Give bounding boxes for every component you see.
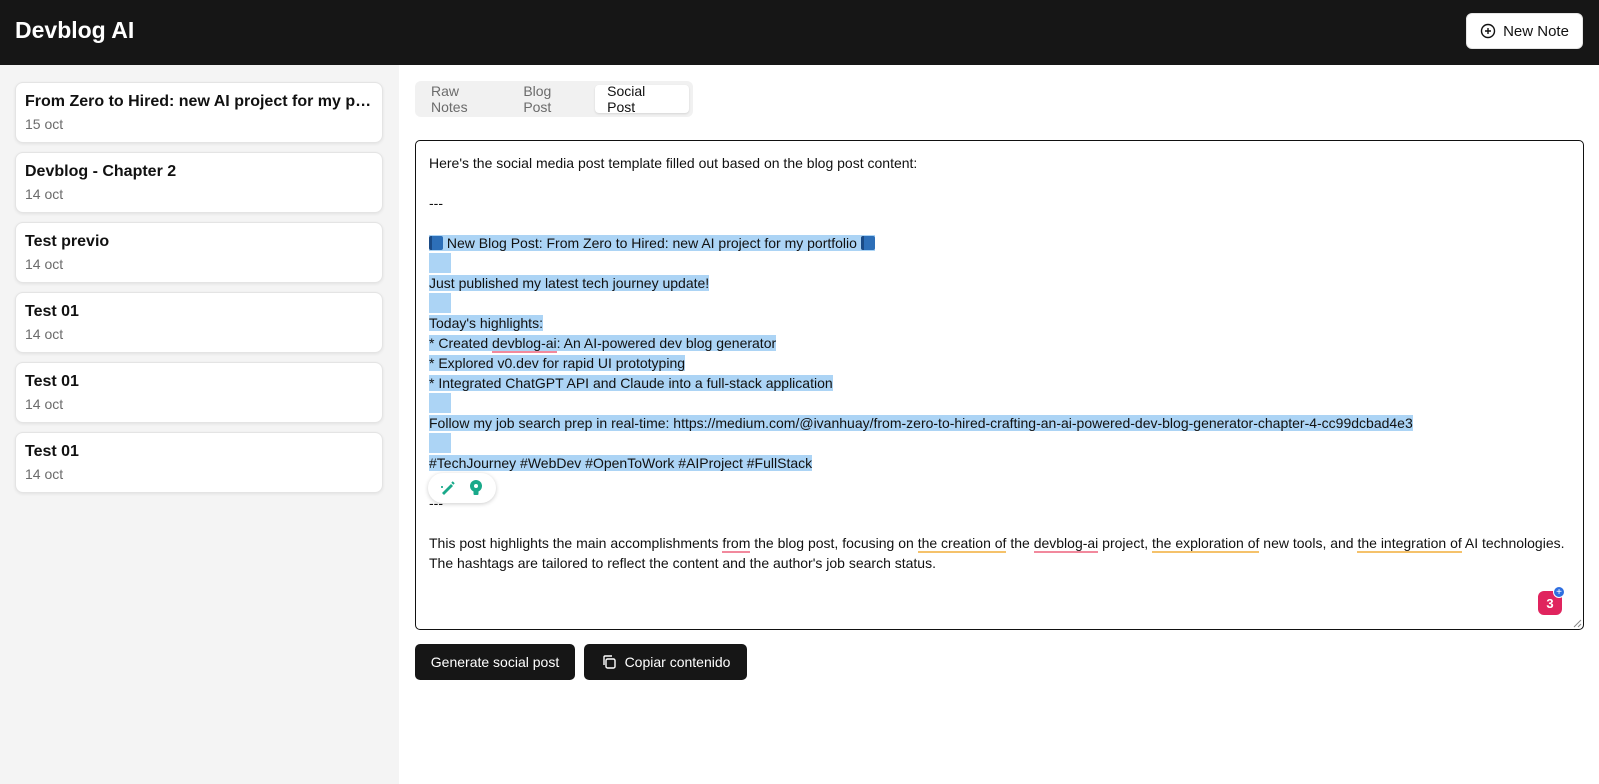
note-card[interactable]: Test previo 14 oct: [15, 222, 383, 283]
lightbulb-icon[interactable]: [466, 478, 486, 498]
note-date: 14 oct: [25, 396, 64, 412]
editor-line: #TechJourney #WebDev #OpenToWork #AIProj…: [429, 453, 1570, 473]
note-date: 14 oct: [25, 466, 64, 482]
app-title: Devblog AI: [15, 17, 135, 43]
hashtags-text: #TechJourney #WebDev #OpenToWork #AIProj…: [429, 455, 813, 471]
note-title: Devblog - Chapter 2: [25, 163, 177, 180]
note-date: 14 oct: [25, 326, 64, 342]
editor-line: * Explored v0.dev for rapid UI prototypi…: [429, 353, 1570, 373]
writing-assistant-bubble[interactable]: [428, 473, 496, 503]
note-date: 14 oct: [25, 256, 64, 272]
plus-icon: +: [1553, 586, 1565, 598]
editor-line: * Integrated ChatGPT API and Claude into…: [429, 373, 1570, 393]
headline-text: New Blog Post: From Zero to Hired: new A…: [446, 235, 857, 251]
editor-line: ---: [429, 195, 443, 211]
grammar-suggestion[interactable]: the exploration of: [1152, 535, 1260, 553]
misspelled-word[interactable]: devblog-ai: [492, 335, 557, 353]
editor-line: [429, 253, 1570, 273]
new-note-label: New Note: [1503, 22, 1569, 40]
grammar-suggestion[interactable]: the creation of: [917, 535, 1007, 553]
editor-line: [429, 293, 1570, 313]
note-date: 15 oct: [25, 116, 64, 132]
follow-text: Follow my job search prep in real-time: …: [429, 415, 1413, 431]
editor-line: Follow my job search prep in real-time: …: [429, 413, 1570, 433]
note-title: Test 01: [25, 373, 79, 390]
note-title: Test previo: [25, 233, 110, 250]
grammar-suggestion[interactable]: the integration of: [1357, 535, 1462, 553]
highlights-title: Today's highlights:: [429, 315, 543, 331]
note-card[interactable]: Test 01 14 oct: [15, 432, 383, 493]
editor-line: [429, 393, 1570, 413]
note-date: 14 oct: [25, 186, 64, 202]
highlight-text: : An AI-powered dev blog generator: [556, 335, 777, 351]
copy-content-button[interactable]: Copiar contenido: [584, 644, 747, 680]
top-bar: Devblog AI New Note: [0, 0, 1599, 65]
note-card[interactable]: Devblog - Chapter 2 14 oct: [15, 152, 383, 213]
notes-sidebar: From Zero to Hired: new AI project for m…: [0, 65, 399, 784]
editor-line: [429, 433, 1570, 453]
pen-icon[interactable]: [438, 478, 458, 498]
editor-paragraph: This post highlights the main accomplish…: [429, 535, 1565, 571]
editor-line: * Created devblog-ai: An AI-powered dev …: [429, 333, 1570, 353]
published-text: Just published my latest tech journey up…: [429, 275, 710, 291]
highlight-text: * Explored v0.dev for rapid UI prototypi…: [429, 355, 686, 371]
misspelled-word[interactable]: devblog-ai: [1033, 535, 1099, 553]
note-title: From Zero to Hired: new AI project for m…: [25, 93, 373, 110]
resize-handle-icon[interactable]: [1572, 618, 1582, 628]
note-card[interactable]: Test 01 14 oct: [15, 362, 383, 423]
editor-line: New Blog Post: From Zero to Hired: new A…: [429, 233, 1570, 253]
highlight-text: * Integrated ChatGPT API and Claude into…: [429, 375, 833, 391]
editor-line: Just published my latest tech journey up…: [429, 273, 1570, 293]
tab-social-post[interactable]: Social Post: [595, 83, 689, 115]
note-title: Test 01: [25, 303, 79, 320]
new-note-button[interactable]: New Note: [1466, 13, 1583, 49]
book-emoji-icon: [429, 236, 443, 250]
social-post-textarea[interactable]: Here's the social media post template fi…: [415, 140, 1584, 630]
highlight-text: * Created: [429, 335, 493, 351]
note-title: Test 01: [25, 443, 79, 460]
note-card[interactable]: From Zero to Hired: new AI project for m…: [15, 82, 383, 143]
tab-blog-post[interactable]: Blog Post: [511, 83, 595, 115]
editor-line: ---: [429, 495, 443, 511]
copy-content-label: Copiar contenido: [624, 654, 731, 670]
note-card[interactable]: Test 01 14 oct: [15, 292, 383, 353]
editor-line: Here's the social media post template fi…: [429, 155, 918, 171]
book-emoji-icon: [860, 236, 875, 250]
plus-circle-icon: [1480, 23, 1496, 39]
misspelled-word[interactable]: from: [722, 535, 751, 553]
generate-social-post-button[interactable]: Generate social post: [415, 644, 575, 680]
editor-line: Today's highlights:: [429, 313, 1570, 333]
view-tabs: Raw Notes Blog Post Social Post: [415, 81, 693, 117]
copy-icon: [602, 655, 616, 669]
tab-raw-notes[interactable]: Raw Notes: [419, 83, 511, 115]
